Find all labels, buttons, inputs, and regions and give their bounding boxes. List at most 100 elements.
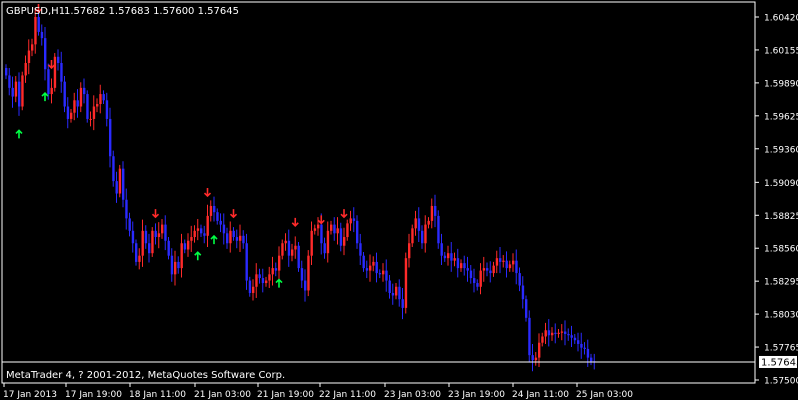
price-tick-label: 1.60420 — [764, 14, 798, 24]
candle-body — [528, 317, 531, 356]
down-arrow-icon — [47, 59, 56, 70]
candle-body — [447, 253, 450, 259]
price-tick-label: 1.58825 — [764, 212, 798, 222]
candle-body — [427, 220, 430, 225]
price-axis: 1.60420 1.60155 1.59890 1.59625 1.59360 1.590… — [755, 14, 798, 387]
copyright-label: MetaTrader 4, ? 2001-2012, MetaQuotes So… — [6, 370, 285, 381]
candle-body — [115, 181, 118, 194]
candle-body — [219, 220, 222, 225]
candle-body — [187, 240, 190, 250]
candle-body — [372, 261, 375, 266]
candle-body — [385, 270, 388, 281]
candle-body — [573, 337, 577, 341]
candle-body — [226, 233, 229, 244]
candle-body — [60, 62, 63, 82]
candle-body — [50, 87, 53, 95]
candle-body — [489, 270, 492, 274]
time-tick-label: 23 Jan 19:00 — [448, 390, 505, 400]
candle-body — [151, 230, 154, 254]
current-price-tag: 1.57645 — [759, 355, 798, 368]
candle-body — [229, 230, 232, 244]
candle-body — [512, 260, 515, 265]
candle-body — [382, 270, 385, 275]
time-tick-label: 25 Jan 03:00 — [576, 390, 633, 400]
candle-body — [200, 228, 203, 234]
candle-body — [34, 17, 37, 45]
candle-body — [326, 230, 330, 254]
candle-body — [404, 258, 408, 308]
price-chart[interactable]: 1.60420 1.60155 1.59890 1.59625 1.59360 1.590… — [0, 0, 798, 400]
candle-body — [170, 255, 174, 275]
candle-body — [515, 260, 518, 274]
candle-body — [310, 230, 313, 256]
candle-body — [76, 100, 79, 107]
candle-body — [391, 292, 395, 296]
candle-body — [18, 81, 21, 107]
candle-body — [466, 268, 469, 271]
time-tick-label: 22 Jan 11:00 — [319, 390, 376, 400]
time-tick-label: 24 Jan 11:00 — [512, 390, 569, 400]
candle-body — [206, 215, 209, 236]
candle-body — [557, 332, 560, 335]
chart-window[interactable]: 1.60420 1.60155 1.59890 1.59625 1.59360 1.590… — [0, 0, 798, 400]
price-tick-label: 1.57765 — [764, 344, 798, 354]
candle-body — [560, 331, 564, 333]
candle-body — [333, 224, 336, 234]
candle-body — [586, 348, 590, 358]
candle-body — [320, 224, 323, 244]
candle-body — [86, 94, 89, 119]
candle-body — [554, 332, 557, 335]
candle-body — [261, 278, 265, 284]
candle-body — [430, 205, 434, 221]
candle-body — [27, 50, 31, 63]
candle-body — [378, 273, 382, 275]
price-tick-label: 1.59890 — [764, 79, 798, 89]
candle-body — [505, 260, 508, 269]
candle-body — [268, 274, 271, 281]
candle-body — [177, 261, 180, 269]
candle-body — [11, 87, 14, 97]
candle-body — [265, 280, 268, 284]
candle-body — [57, 56, 60, 63]
candle-body — [534, 357, 538, 361]
candle-body — [102, 94, 105, 101]
candle-body — [232, 230, 235, 238]
candle-body — [352, 218, 356, 221]
candle-body — [570, 335, 573, 338]
candle-body — [70, 112, 73, 119]
candle-body — [486, 268, 489, 271]
down-arrow-icon — [151, 209, 160, 219]
candle-body — [141, 230, 144, 256]
candle-body — [161, 224, 164, 234]
candle-body — [583, 347, 586, 349]
candle-body — [476, 283, 479, 287]
candle-body — [469, 270, 473, 279]
candle-body — [66, 106, 70, 119]
candle-body — [284, 240, 287, 244]
price-tick-label: 1.58030 — [764, 311, 798, 321]
candle-body — [167, 240, 170, 256]
up-arrow-icon — [194, 251, 202, 261]
candle-body — [359, 243, 362, 256]
time-axis: 17 Jan 2013 17 Jan 19:00 18 Jan 11:00 21 Ja… — [3, 383, 633, 400]
candle-body — [128, 218, 131, 231]
candle-body — [193, 230, 196, 238]
candle-body — [271, 268, 274, 275]
candle-body — [245, 243, 248, 281]
candle-body — [339, 228, 343, 246]
candle-body — [479, 270, 482, 287]
candle-body — [398, 286, 401, 300]
candle-body — [343, 237, 346, 246]
price-tick-label: 1.58560 — [764, 245, 798, 255]
candle-body — [109, 118, 112, 157]
candle-body — [421, 230, 424, 244]
candle-body — [96, 104, 99, 107]
candle-body — [138, 255, 141, 262]
candle-body — [53, 56, 57, 88]
candle-body — [92, 106, 96, 119]
candle-body — [456, 258, 460, 269]
candle-body — [196, 228, 200, 231]
candle-body — [31, 44, 34, 51]
time-tick-label: 23 Jan 03:00 — [384, 390, 441, 400]
candle-body — [89, 118, 92, 120]
